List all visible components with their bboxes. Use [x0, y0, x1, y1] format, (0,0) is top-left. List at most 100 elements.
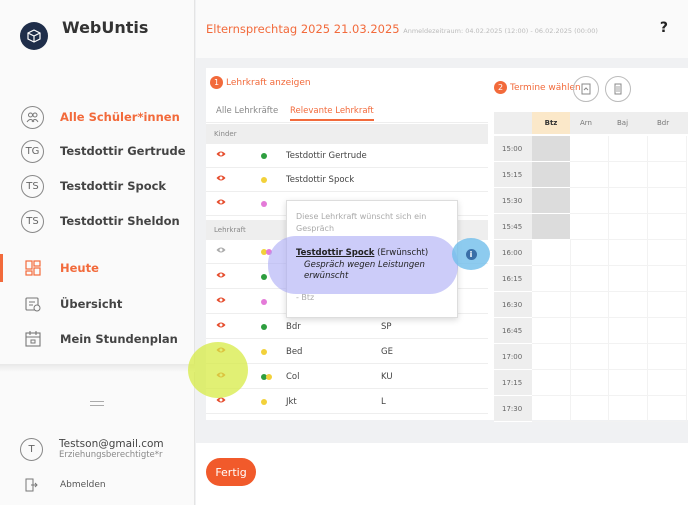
tooltip-student-link[interactable]: Testdottir Spock [296, 248, 374, 258]
eye-icon[interactable] [216, 150, 226, 160]
subject-code: GE [381, 347, 393, 357]
table-row[interactable]: Testdottir Gertrude [206, 144, 488, 168]
time-slot[interactable] [648, 188, 687, 214]
avatar: T [20, 438, 43, 461]
time-slot[interactable] [648, 344, 687, 370]
pdf-export-button[interactable] [573, 76, 599, 102]
step-2: 2 Termine wählen [494, 81, 581, 94]
scroll-shadow [0, 364, 195, 372]
user-profile[interactable]: T Testson@gmail.com Erziehungsberechtigt… [20, 438, 164, 461]
time-slot[interactable] [609, 214, 648, 240]
eye-icon[interactable] [216, 198, 226, 208]
time-slot-btz[interactable] [532, 292, 571, 318]
table-row[interactable]: Bdr SP [206, 315, 488, 339]
time-slot[interactable] [609, 136, 648, 162]
teacher-code: Col [286, 372, 300, 382]
table-row[interactable]: Col KU [206, 365, 488, 389]
time-slot[interactable] [609, 188, 648, 214]
time-slot[interactable] [570, 188, 609, 214]
logout-button[interactable]: Abmelden [24, 478, 106, 492]
time-slot-btz[interactable] [532, 136, 570, 162]
dashboard-icon [24, 259, 42, 277]
time-slot[interactable] [609, 240, 648, 266]
teacher-code: Bed [286, 347, 303, 357]
time-slot-btz[interactable] [532, 162, 570, 188]
time-slot[interactable] [648, 292, 687, 318]
table-row[interactable]: Jkt L [206, 390, 488, 414]
column-baj: Baj [617, 119, 629, 127]
time-slot[interactable] [648, 318, 687, 344]
time-slot[interactable] [648, 396, 687, 422]
sidebar-item-timetable[interactable]: Mein Stundenplan [0, 324, 195, 354]
drag-handle-icon[interactable] [90, 401, 104, 406]
time-slot[interactable] [570, 344, 609, 370]
time-slot[interactable] [570, 396, 609, 422]
avatar: TS [21, 209, 44, 233]
subject-code: L [381, 397, 386, 407]
time-slot[interactable] [570, 162, 609, 188]
done-button[interactable]: Fertig [206, 458, 256, 486]
time-row: 15:45 [494, 214, 688, 240]
time-label: 16:45 [494, 318, 532, 344]
eye-icon[interactable] [216, 246, 226, 256]
time-slot-btz[interactable] [532, 318, 571, 344]
time-slot[interactable] [609, 396, 648, 422]
time-slot[interactable] [648, 370, 687, 396]
time-slot[interactable] [570, 136, 609, 162]
time-slot[interactable] [570, 292, 609, 318]
calendar-icon [24, 330, 42, 348]
sidebar-item-today[interactable]: Heute [0, 253, 195, 283]
info-button[interactable]: i [452, 238, 490, 270]
time-slot-btz[interactable] [532, 214, 570, 240]
eye-icon[interactable] [216, 296, 226, 306]
time-slot[interactable] [609, 162, 648, 188]
document-icon [614, 83, 622, 95]
eye-icon[interactable] [216, 321, 226, 331]
time-slot-btz[interactable] [532, 188, 570, 214]
time-slot[interactable] [609, 318, 648, 344]
app-logo-icon[interactable] [20, 22, 48, 50]
eye-icon[interactable] [216, 174, 226, 184]
time-slot-btz[interactable] [532, 266, 571, 292]
active-indicator [0, 254, 3, 282]
time-slot[interactable] [609, 370, 648, 396]
time-slot[interactable] [570, 214, 609, 240]
time-slot[interactable] [648, 162, 687, 188]
sidebar-item-all-students[interactable]: Alle Schüler*innen [0, 102, 195, 132]
eye-icon[interactable] [216, 271, 226, 281]
time-slot[interactable] [648, 240, 687, 266]
tab-all-teachers[interactable]: Alle Lehrkräfte [216, 106, 278, 116]
sidebar-item-sheldon[interactable]: TS Testdottir Sheldon [0, 206, 195, 236]
time-slot[interactable] [648, 266, 687, 292]
section-children: Kinder [206, 124, 488, 144]
students-icon [21, 105, 44, 129]
time-row: 16:45 [494, 318, 688, 344]
sidebar-item-spock[interactable]: TS Testdottir Spock [0, 171, 195, 201]
time-label: 15:45 [494, 214, 532, 240]
time-slot[interactable] [648, 214, 687, 240]
tooltip-status: (Erwünscht) [377, 248, 429, 258]
tab-relevant-teacher[interactable]: Relevante Lehrkraft [290, 106, 374, 121]
time-slot-btz[interactable] [532, 370, 571, 396]
event-title: Elternsprechtag 2025 [206, 22, 331, 36]
sidebar-item-overview[interactable]: Übersicht [0, 289, 195, 319]
time-slot[interactable] [648, 136, 687, 162]
time-slot[interactable] [609, 292, 648, 318]
time-slot[interactable] [609, 344, 648, 370]
color-dot [261, 177, 267, 183]
time-slot-btz[interactable] [532, 240, 571, 266]
time-slot[interactable] [570, 240, 609, 266]
time-row: 17:00 [494, 344, 688, 370]
table-row[interactable]: Testdottir Spock [206, 168, 488, 192]
time-slot[interactable] [570, 370, 609, 396]
sidebar-item-gertrude[interactable]: TG Testdottir Gertrude [0, 136, 195, 166]
help-button[interactable]: ? [660, 20, 668, 36]
time-slot[interactable] [609, 266, 648, 292]
table-row[interactable]: Bed GE [206, 340, 488, 364]
print-button[interactable] [605, 76, 631, 102]
sidebar-item-label: Übersicht [60, 297, 123, 311]
time-slot-btz[interactable] [532, 396, 571, 422]
time-slot[interactable] [570, 318, 609, 344]
time-slot-btz[interactable] [532, 344, 571, 370]
time-slot[interactable] [570, 266, 609, 292]
